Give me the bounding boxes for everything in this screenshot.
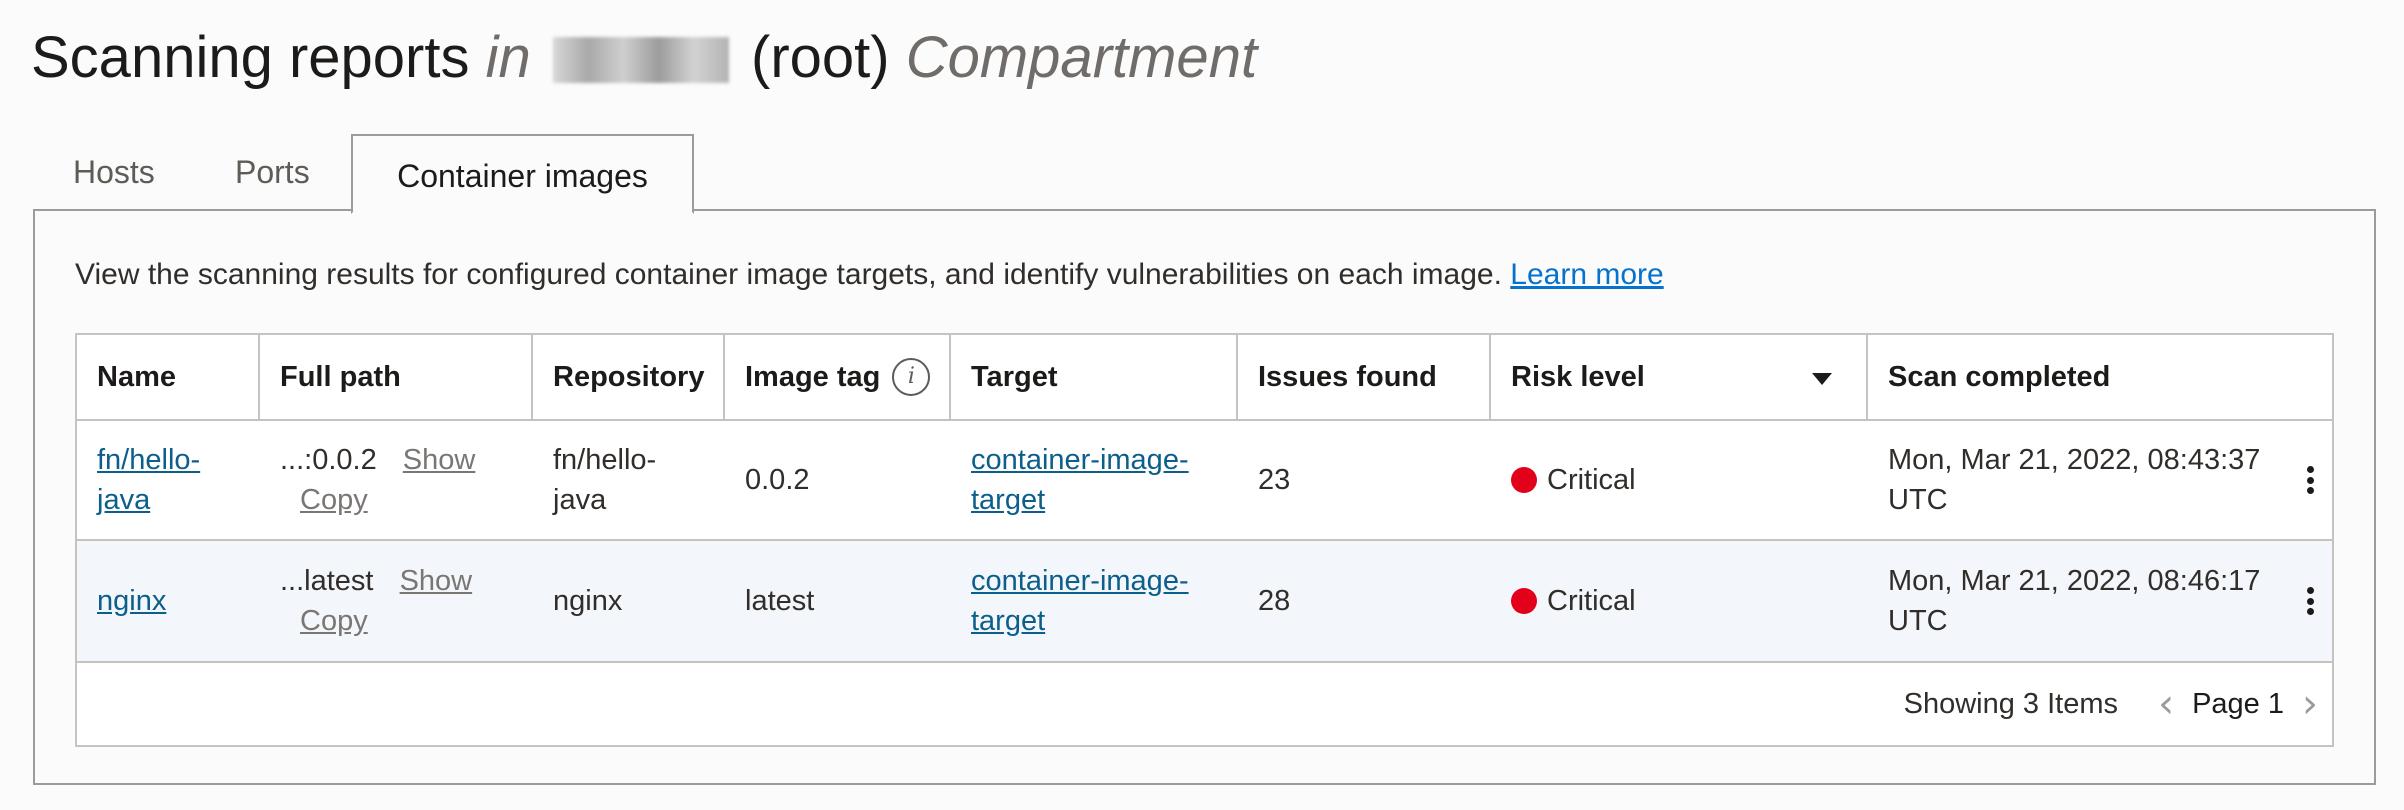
name-line-2: java: [97, 484, 151, 516]
critical-status-icon: [1511, 467, 1537, 493]
target-link[interactable]: container-image- target: [971, 561, 1189, 641]
copy-path-link[interactable]: Copy: [300, 484, 368, 516]
column-header-name[interactable]: Name: [77, 335, 260, 419]
redacted-compartment-name: [552, 37, 729, 83]
column-header-risk-level[interactable]: Risk level: [1491, 335, 1868, 419]
target-line-2: target: [971, 484, 1046, 516]
table-row: fn/hello- java ...:0.0.2 Show Copy fn/he…: [77, 421, 2332, 541]
scan-completed-line-1: Mon, Mar 21, 2022, 08:46:17: [1888, 565, 2261, 597]
show-path-link[interactable]: Show: [403, 444, 476, 476]
full-path-cell: ...:0.0.2 Show Copy: [260, 421, 533, 539]
risk-level-header-label: Risk level: [1511, 361, 1645, 393]
risk-level-cell: Critical: [1491, 421, 1868, 539]
issues-found-cell: 23: [1258, 464, 1291, 496]
issues-found-cell: 28: [1258, 585, 1291, 617]
risk-level-label: Critical: [1547, 585, 1636, 617]
repository-line-2: java: [553, 484, 607, 516]
sort-descending-icon[interactable]: [1812, 373, 1832, 385]
column-header-issues-found[interactable]: Issues found: [1238, 335, 1491, 419]
repository-line-1: fn/hello-: [553, 444, 657, 476]
repository-cell: fn/hello- java: [533, 421, 725, 539]
image-name-link[interactable]: fn/hello- java: [97, 440, 200, 520]
column-header-repository[interactable]: Repository: [533, 335, 725, 419]
info-icon[interactable]: i: [892, 358, 931, 396]
full-path-short: ...latest: [280, 565, 374, 597]
show-path-link[interactable]: Show: [400, 565, 473, 597]
target-line-1: container-image-: [971, 444, 1189, 476]
image-tag-cell: 0.0.2: [745, 464, 810, 496]
full-path-short: ...:0.0.2: [280, 444, 377, 476]
scan-completed-cell: Mon, Mar 21, 2022, 08:43:37 UTC: [1868, 421, 2332, 539]
target-line-1: container-image-: [971, 565, 1189, 597]
title-text: Scanning reports: [31, 25, 470, 90]
page-title: Scanning reports in (root) Compartment: [31, 22, 1257, 94]
page-indicator: Page 1: [2192, 687, 2284, 720]
name-cell: nginx: [77, 541, 260, 661]
tab-ports[interactable]: Ports: [235, 132, 310, 212]
chevron-left-icon[interactable]: ‹: [2158, 684, 2174, 724]
scan-completed-cell: Mon, Mar 21, 2022, 08:46:17 UTC: [1868, 541, 2332, 661]
risk-level-cell: Critical: [1491, 541, 1868, 661]
name-cell: fn/hello- java: [77, 421, 260, 539]
row-actions-kebab-icon[interactable]: [2300, 460, 2320, 500]
tab-container-images[interactable]: Container images: [351, 134, 694, 214]
scan-results-table: Name Full path Repository Image tag i Ta…: [75, 333, 2334, 747]
column-header-scan-completed[interactable]: Scan completed: [1868, 335, 2332, 419]
description-text: View the scanning results for configured…: [75, 258, 1502, 291]
name-line-1: fn/hello-: [97, 444, 201, 476]
learn-more-link[interactable]: Learn more: [1510, 258, 1663, 291]
target-cell: container-image- target: [951, 421, 1238, 539]
scan-completed-line-2: UTC: [1888, 605, 1948, 637]
row-actions-kebab-icon[interactable]: [2300, 581, 2320, 621]
table-footer: Showing 3 Items ‹ Page 1 ›: [77, 663, 2332, 745]
title-in: in: [485, 25, 531, 90]
full-path-cell: ...latest Show Copy: [260, 541, 533, 661]
image-tag-header-label: Image tag: [745, 361, 881, 393]
chevron-right-icon[interactable]: ›: [2302, 684, 2318, 724]
repository-cell: nginx: [553, 585, 623, 617]
table-header-row: Name Full path Repository Image tag i Ta…: [77, 335, 2332, 421]
target-cell: container-image- target: [951, 541, 1238, 661]
column-header-target[interactable]: Target: [951, 335, 1238, 419]
panel-description: View the scanning results for configured…: [75, 255, 1664, 295]
scan-completed-line-1: Mon, Mar 21, 2022, 08:43:37: [1888, 444, 2261, 476]
tab-hosts[interactable]: Hosts: [73, 132, 155, 212]
risk-level-label: Critical: [1547, 464, 1636, 496]
image-tag-cell: latest: [745, 585, 815, 617]
column-header-image-tag[interactable]: Image tag i: [725, 335, 951, 419]
target-line-2: target: [971, 605, 1046, 637]
image-name-link[interactable]: nginx: [97, 581, 166, 621]
title-compartment: Compartment: [905, 25, 1258, 90]
items-count: Showing 3 Items: [1903, 688, 2118, 720]
pagination: ‹ Page 1 ›: [2158, 684, 2318, 724]
title-root: (root): [751, 25, 890, 90]
scan-completed-line-2: UTC: [1888, 484, 1948, 516]
target-link[interactable]: container-image- target: [971, 440, 1189, 520]
copy-path-link[interactable]: Copy: [300, 605, 368, 637]
column-header-full-path[interactable]: Full path: [260, 335, 533, 419]
container-images-panel: View the scanning results for configured…: [33, 209, 2376, 785]
critical-status-icon: [1511, 588, 1537, 614]
table-row: nginx ...latest Show Copy nginx latest c…: [77, 541, 2332, 663]
